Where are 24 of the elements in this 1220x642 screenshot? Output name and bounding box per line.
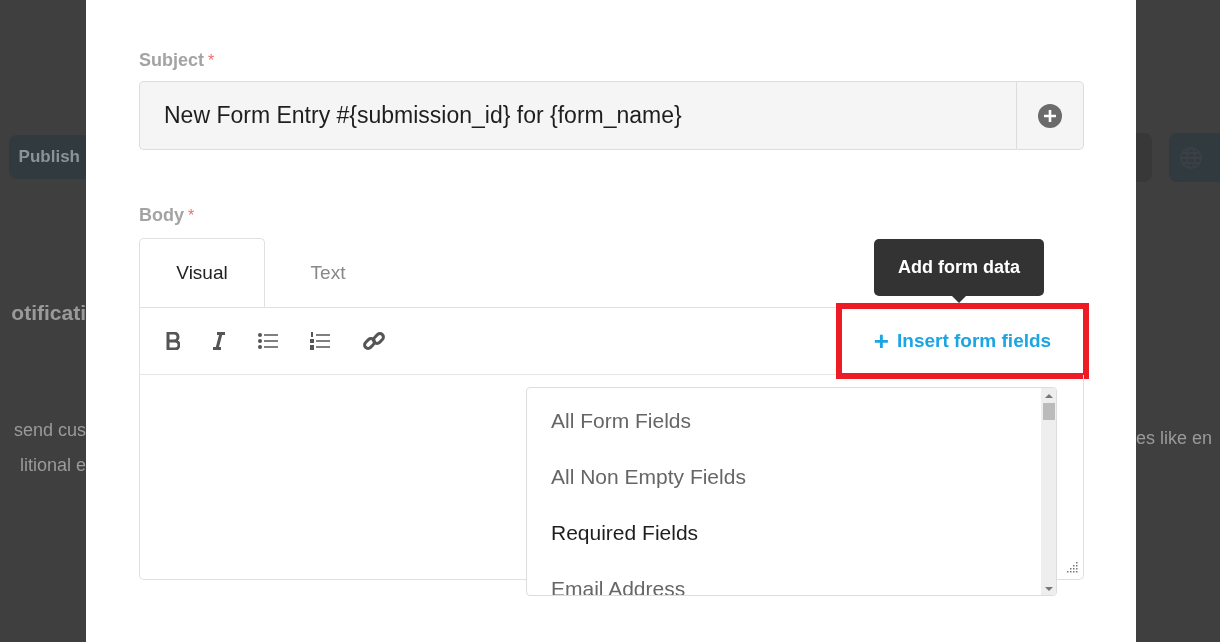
tooltip: Add form data xyxy=(874,239,1044,296)
resize-grip-icon[interactable] xyxy=(1066,562,1078,574)
dropdown-item[interactable]: All Non Empty Fields xyxy=(551,466,1041,488)
subject-field[interactable]: New Form Entry #{submission_id} for {form_name} xyxy=(139,81,1016,150)
description-text: es like en xyxy=(1136,428,1214,449)
section-heading: otificati xyxy=(11,301,86,325)
required-asterisk: * xyxy=(188,207,195,225)
description-text: send cus xyxy=(13,420,86,441)
link-icon[interactable] xyxy=(362,329,386,353)
bold-icon[interactable] xyxy=(166,332,180,350)
italic-icon[interactable] xyxy=(212,332,226,350)
subject-label: Subject xyxy=(139,50,204,71)
add-icon xyxy=(1038,103,1062,128)
bullet-list-icon[interactable] xyxy=(258,333,278,349)
editor-tab[interactable]: Visual xyxy=(139,238,265,307)
scrollbar[interactable] xyxy=(1041,388,1056,595)
body-label: Body xyxy=(139,205,184,226)
dropdown-item[interactable]: All Form Fields xyxy=(551,410,1041,432)
description-text: litional e xyxy=(19,455,86,476)
numbered-list-icon[interactable] xyxy=(310,332,330,350)
editor-tab[interactable]: Text xyxy=(265,238,391,307)
dropdown-item[interactable]: Required Fields xyxy=(551,522,1041,544)
required-asterisk: * xyxy=(208,52,215,70)
add-button[interactable] xyxy=(1016,81,1084,150)
